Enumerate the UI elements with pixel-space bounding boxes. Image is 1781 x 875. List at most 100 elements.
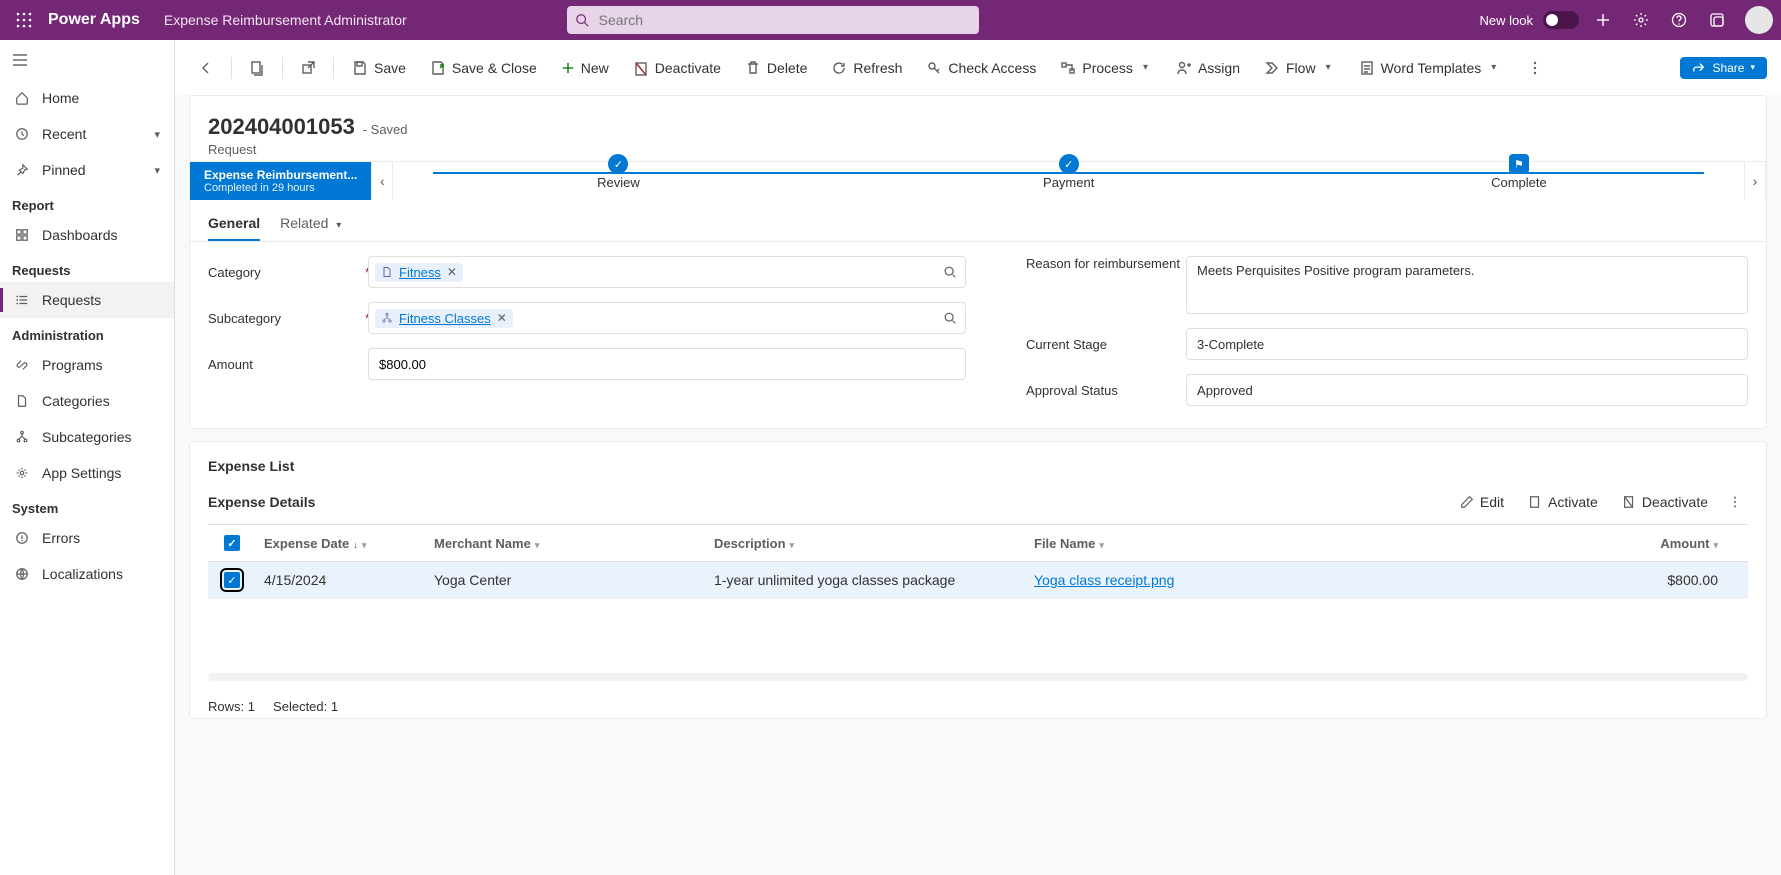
col-merchant[interactable]: Merchant Name▾: [426, 536, 706, 551]
chevron-down-icon[interactable]: ▾: [1322, 62, 1335, 73]
category-lookup[interactable]: Fitness ✕: [368, 256, 966, 288]
col-amount[interactable]: Amount▾: [1366, 536, 1748, 551]
deactivate-row-button[interactable]: Deactivate: [1612, 490, 1718, 514]
stage-complete[interactable]: ⚑ Complete: [1294, 163, 1744, 198]
deactivate-button[interactable]: Deactivate: [623, 51, 731, 85]
app-launcher-icon[interactable]: [8, 4, 40, 36]
nav-home[interactable]: Home: [0, 80, 174, 116]
select-all-checkbox[interactable]: ✓: [208, 535, 256, 551]
word-templates-button[interactable]: Word Templates ▾: [1349, 51, 1511, 85]
amount-field[interactable]: [368, 348, 966, 380]
file-icon: [381, 266, 393, 278]
user-avatar[interactable]: [1745, 6, 1773, 34]
nav-collapse-button[interactable]: [0, 40, 174, 80]
chevron-down-icon[interactable]: ▾: [1139, 62, 1152, 73]
category-link[interactable]: Fitness: [399, 265, 441, 280]
assign-icon: [1176, 60, 1192, 76]
nav-programs[interactable]: Programs: [0, 347, 174, 383]
bpf-current-stage[interactable]: Expense Reimbursement... Completed in 29…: [190, 162, 371, 200]
expense-details-title: Expense Details: [208, 494, 315, 510]
amount-label: Amount: [208, 357, 368, 372]
nav-errors[interactable]: Errors: [0, 520, 174, 556]
save-close-button[interactable]: Save & Close: [420, 51, 547, 85]
environment-icon[interactable]: [1703, 6, 1731, 34]
chevron-down-icon[interactable]: ▾: [1487, 62, 1500, 73]
tree-icon: [14, 430, 30, 444]
col-file-name[interactable]: File Name▾: [1026, 536, 1366, 551]
edit-button[interactable]: Edit: [1450, 490, 1514, 514]
new-label: New: [581, 60, 609, 76]
help-icon[interactable]: [1665, 6, 1693, 34]
nav-pinned[interactable]: Pinned ▾: [0, 152, 174, 188]
flow-label: Flow: [1286, 60, 1316, 76]
assign-button[interactable]: Assign: [1166, 51, 1250, 85]
expense-list-card: Expense List Expense Details Edit Activa…: [189, 441, 1767, 719]
refresh-icon: [831, 60, 847, 76]
activate-button[interactable]: Activate: [1518, 490, 1608, 514]
nav-dashboards[interactable]: Dashboards: [0, 217, 174, 253]
record-set-button[interactable]: [240, 51, 274, 85]
delete-button[interactable]: Delete: [735, 51, 817, 85]
nav-localizations[interactable]: Localizations: [0, 556, 174, 592]
process-button[interactable]: Process ▾: [1050, 51, 1162, 85]
table-row[interactable]: ✓ 4/15/2024 Yoga Center 1-year unlimited…: [208, 562, 1748, 599]
share-button[interactable]: Share ▾: [1680, 57, 1767, 79]
subgrid-more-button[interactable]: [1722, 490, 1748, 514]
link-icon: [14, 358, 30, 372]
nav-app-settings-label: App Settings: [42, 465, 121, 481]
refresh-button[interactable]: Refresh: [821, 51, 912, 85]
remove-chip-icon[interactable]: ✕: [447, 265, 457, 279]
bpf-prev-button[interactable]: ‹: [371, 162, 393, 200]
stage-review[interactable]: ✓ Review: [393, 163, 843, 198]
business-process-flow: Expense Reimbursement... Completed in 29…: [190, 161, 1766, 199]
nav-requests[interactable]: Requests: [0, 282, 174, 318]
check-access-button[interactable]: Check Access: [916, 51, 1046, 85]
chevron-down-icon: ▾: [362, 540, 367, 550]
nav-categories[interactable]: Categories: [0, 383, 174, 419]
expense-grid: ✓ Expense Date ↓▾ Merchant Name▾ Descrip…: [208, 524, 1748, 599]
subcategory-lookup[interactable]: Fitness Classes ✕: [368, 302, 966, 334]
list-icon: [14, 293, 30, 307]
remove-chip-icon[interactable]: ✕: [497, 311, 507, 325]
add-icon[interactable]: [1589, 6, 1617, 34]
flow-button[interactable]: Flow ▾: [1254, 51, 1345, 85]
search-icon[interactable]: [943, 311, 957, 325]
more-commands-button[interactable]: [1518, 51, 1552, 85]
row-checkbox[interactable]: ✓: [208, 572, 256, 588]
new-look-toggle[interactable]: [1543, 11, 1579, 29]
save-button[interactable]: Save: [342, 51, 416, 85]
tab-related[interactable]: Related ▾: [280, 205, 341, 241]
category-chip: Fitness ✕: [375, 263, 463, 282]
file-link[interactable]: Yoga class receipt.png: [1034, 572, 1174, 588]
subcategory-link[interactable]: Fitness Classes: [399, 311, 491, 326]
col-expense-date[interactable]: Expense Date ↓▾: [256, 536, 426, 551]
command-bar: Save Save & Close New Deactivate Delete: [175, 40, 1781, 95]
nav-pinned-label: Pinned: [42, 162, 86, 178]
header-right-group: New look: [1480, 6, 1773, 34]
bpf-next-button[interactable]: ›: [1744, 162, 1766, 200]
horizontal-scrollbar[interactable]: [208, 673, 1748, 681]
record-saved-indicator: - Saved: [363, 122, 408, 137]
global-search[interactable]: [567, 6, 979, 34]
nav-section-system: System: [0, 491, 174, 520]
search-input[interactable]: [567, 6, 979, 34]
back-button[interactable]: [189, 51, 223, 85]
reason-field[interactable]: Meets Perquisites Positive program param…: [1186, 256, 1748, 314]
new-button[interactable]: New: [551, 51, 619, 85]
nav-app-settings[interactable]: App Settings: [0, 455, 174, 491]
approval-status-field[interactable]: Approved: [1186, 374, 1748, 406]
deactivate-icon: [1622, 495, 1636, 509]
nav-subcategories[interactable]: Subcategories: [0, 419, 174, 455]
record-card: 202404001053 - Saved Request Expense Rei…: [189, 95, 1767, 429]
gear-icon: [14, 466, 30, 480]
share-label: Share: [1712, 61, 1744, 75]
nav-recent[interactable]: Recent ▾: [0, 116, 174, 152]
nav-errors-label: Errors: [42, 530, 80, 546]
open-new-window-button[interactable]: [291, 51, 325, 85]
settings-icon[interactable]: [1627, 6, 1655, 34]
stage-payment[interactable]: ✓ Payment: [844, 163, 1294, 198]
tab-general[interactable]: General: [208, 205, 260, 241]
current-stage-field[interactable]: 3-Complete: [1186, 328, 1748, 360]
search-icon[interactable]: [943, 265, 957, 279]
col-description[interactable]: Description▾: [706, 536, 1026, 551]
